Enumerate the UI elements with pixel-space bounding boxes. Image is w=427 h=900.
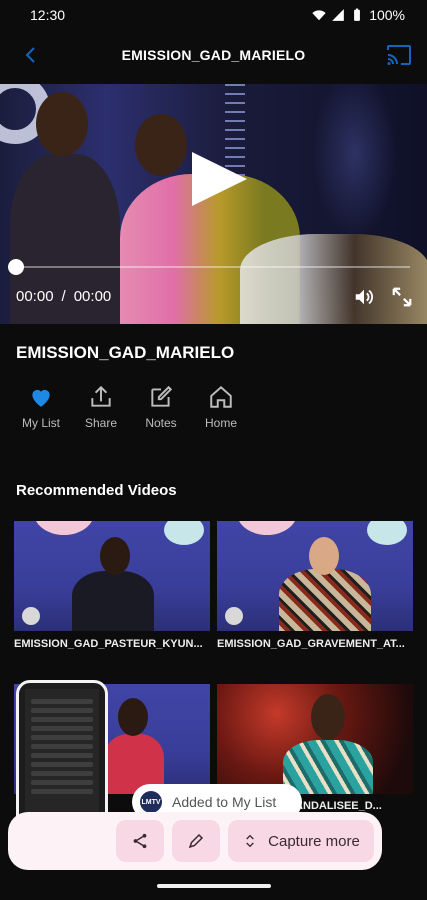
video-title: EMISSION_GAD_MARIELO: [16, 343, 235, 362]
share-button[interactable]: Share: [76, 384, 126, 430]
volume-button[interactable]: [353, 286, 375, 308]
speaker-figure: [283, 740, 373, 794]
battery-icon: [354, 8, 361, 21]
duration: 00:00: [73, 288, 112, 305]
channel-logo: [22, 607, 40, 625]
cast-button[interactable]: [385, 42, 413, 68]
home-icon: [210, 385, 232, 408]
speaker-head: [311, 694, 345, 740]
speaker-head: [309, 537, 339, 575]
host-head: [36, 92, 88, 156]
decoration: [367, 521, 407, 545]
status-time: 12:30: [30, 7, 66, 23]
guest-head: [135, 114, 187, 176]
current-time: 00:00: [16, 288, 54, 305]
gesture-handle[interactable]: [157, 884, 271, 888]
share-screenshot-button[interactable]: [116, 820, 164, 862]
play-button[interactable]: [192, 152, 247, 206]
expand-icon: [246, 834, 254, 848]
fullscreen-button[interactable]: [391, 286, 413, 308]
channel-logo: [225, 607, 243, 625]
signal-icon: [332, 9, 345, 21]
status-icons: 100%: [312, 7, 405, 23]
share-label: Share: [84, 416, 118, 430]
progress-bar[interactable]: [16, 266, 410, 268]
heart-icon: [32, 389, 50, 407]
page-title: EMISSION_GAD_MARIELO: [121, 47, 306, 63]
recommended-video-2[interactable]: [217, 521, 413, 631]
notes-button[interactable]: Notes: [136, 384, 186, 430]
pencil-icon: [188, 833, 204, 849]
screenshot-toolbar: Capture more: [8, 812, 382, 870]
fullscreen-icon: [392, 287, 412, 307]
back-button[interactable]: [18, 42, 44, 68]
toast-message: Added to My List: [172, 794, 277, 810]
recommended-video-1[interactable]: [14, 521, 210, 631]
action-row: My List Share Notes Home: [16, 384, 246, 430]
battery-level: 100%: [369, 7, 405, 23]
audience: [240, 234, 427, 324]
chevron-left-icon: [25, 47, 35, 63]
home-button[interactable]: Home: [196, 384, 246, 430]
share-icon: [91, 385, 111, 407]
edit-screenshot-button[interactable]: [172, 820, 220, 862]
recommended-title-2: EMISSION_GAD_GRAVEMENT_AT...: [217, 638, 405, 650]
recommended-title-1: EMISSION_GAD_PASTEUR_KYUN...: [14, 638, 203, 650]
decoration: [164, 521, 204, 545]
my-list-button[interactable]: My List: [16, 384, 66, 430]
speaker-head: [100, 537, 130, 575]
share-icon: [133, 833, 147, 849]
app-header: EMISSION_GAD_MARIELO: [0, 38, 427, 72]
recommended-video-4[interactable]: [217, 684, 413, 794]
capture-more-label: Capture more: [268, 832, 360, 850]
recommended-heading: Recommended Videos: [16, 482, 177, 499]
wifi-icon: [312, 10, 326, 21]
notes-label: Notes: [145, 416, 177, 430]
decoration: [237, 521, 297, 535]
status-bar: 12:30 100%: [0, 0, 427, 30]
app-logo: LMTV: [140, 791, 162, 813]
my-list-label: My List: [21, 416, 60, 430]
time-display: 00:00 / 00:00: [16, 288, 111, 305]
edit-icon: [151, 385, 173, 407]
decoration: [34, 521, 94, 535]
time-separator: /: [61, 288, 66, 305]
speaker-figure: [72, 571, 154, 631]
home-label: Home: [204, 416, 237, 430]
capture-more-button[interactable]: Capture more: [228, 820, 374, 862]
video-player[interactable]: 00:00 / 00:00: [0, 84, 427, 324]
cast-icon: [387, 45, 411, 65]
speaker-head: [118, 698, 148, 736]
volume-icon: [355, 289, 373, 305]
speaker-figure: [279, 569, 371, 631]
progress-handle[interactable]: [8, 259, 24, 275]
